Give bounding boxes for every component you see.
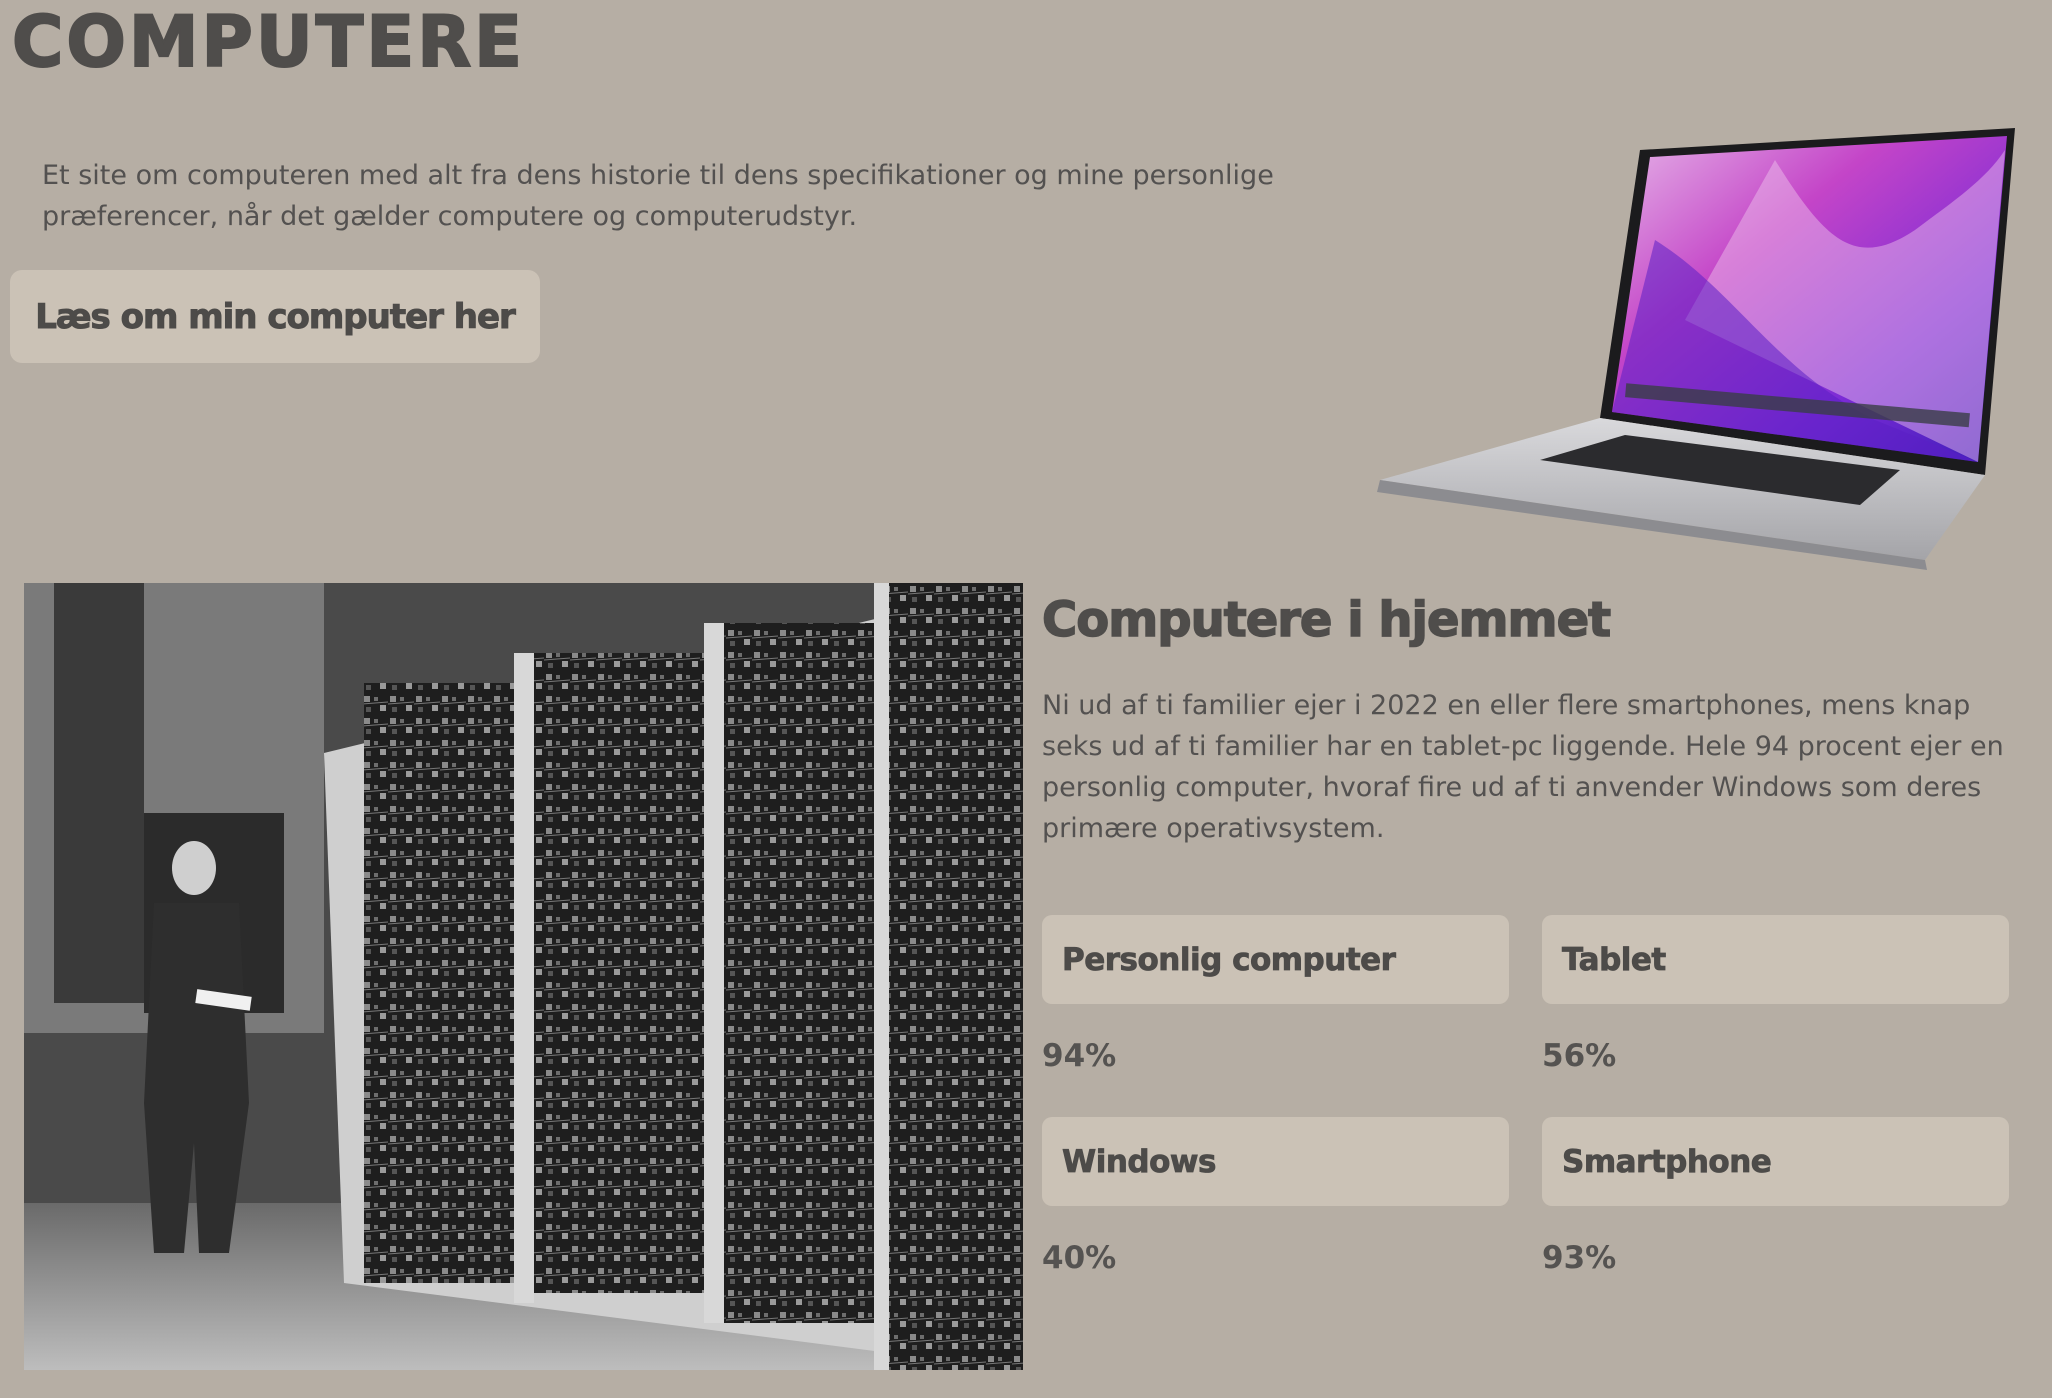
intro-text: Et site om computeren med alt fra dens h… — [42, 160, 1274, 232]
stat-value: 40% — [1042, 1240, 1117, 1276]
stat-label: Windows — [1062, 1143, 1217, 1180]
stat-card-personal-computer: Personlig computer — [1042, 915, 1509, 1004]
stat-card-tablet: Tablet — [1542, 915, 2009, 1004]
section-heading: Computere i hjemmet — [1041, 591, 1612, 649]
stat-label: Personlig computer — [1062, 941, 1397, 978]
mainframe-photo — [24, 583, 1023, 1370]
stat-card-smartphone: Smartphone — [1542, 1117, 2009, 1206]
site-title: COMPUTERE — [11, 1, 525, 83]
stat-card-windows: Windows — [1042, 1117, 1509, 1206]
laptop-image — [1355, 120, 2025, 570]
stat-label: Tablet — [1562, 941, 1667, 978]
stat-value: 93% — [1542, 1240, 1617, 1276]
read-about-computer-button[interactable]: Læs om min computer her — [10, 270, 540, 363]
stat-label: Smartphone — [1562, 1143, 1773, 1180]
stat-value: 56% — [1542, 1038, 1617, 1074]
section-text: Ni ud af ti familier ejer i 2022 en elle… — [1042, 690, 2004, 844]
stat-value: 94% — [1042, 1038, 1117, 1074]
